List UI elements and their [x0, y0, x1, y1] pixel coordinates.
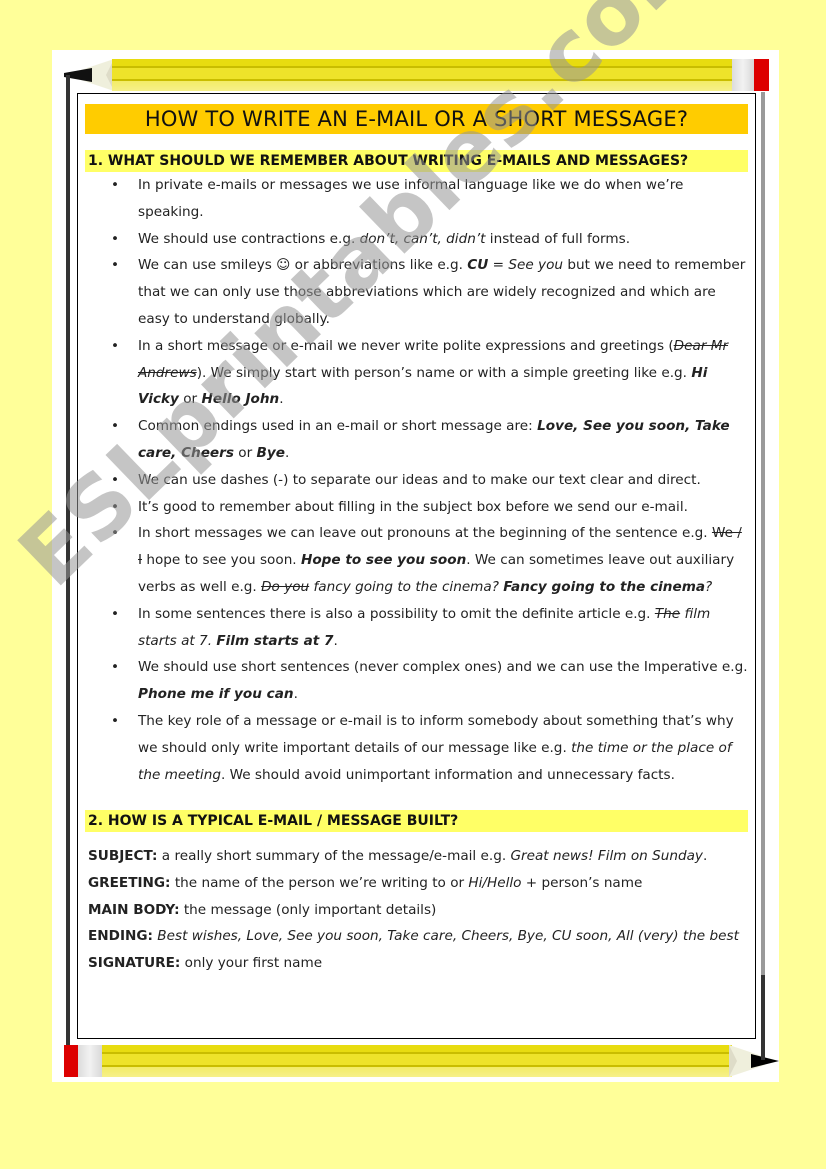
- structure-label: GREETING:: [88, 874, 171, 891]
- text-fragment: Hello John: [201, 391, 280, 408]
- text-fragment: See you soon: [583, 418, 686, 435]
- text-fragment: Best wishes, Love, See you soon, Take ca…: [152, 928, 739, 945]
- text-fragment: In some sentences there is also a possib…: [138, 605, 655, 622]
- pencil-tip-icon: [729, 1045, 779, 1077]
- text-fragment: In private e-mails or messages we use in…: [138, 177, 684, 220]
- text-fragment: =: [488, 257, 509, 274]
- text-fragment: We can use smileys ☺ or abbreviations li…: [138, 257, 468, 274]
- text-fragment: only your first name: [180, 955, 323, 972]
- text-fragment: ,: [685, 418, 696, 435]
- frame-right-bottom-line: [761, 975, 765, 1060]
- email-structure-list: SUBJECT: a really short summary of the m…: [88, 843, 753, 977]
- text-fragment: . We should avoid unimportant informatio…: [220, 766, 675, 783]
- bottom-pencil-decoration: [64, 1045, 779, 1077]
- text-fragment: Hi/Hello: [468, 874, 522, 891]
- pencil-tip-icon: [64, 59, 114, 91]
- structure-row: ENDING: Best wishes, Love, See you soon,…: [88, 923, 753, 950]
- text-fragment: or: [233, 444, 257, 461]
- text-fragment: See you: [508, 257, 563, 274]
- list-item: Common endings used in an e-mail or shor…: [104, 413, 749, 467]
- structure-row: SIGNATURE: only your first name: [88, 950, 753, 977]
- list-item: We should use contractions e.g. don’t, c…: [104, 226, 749, 253]
- list-item: In private e-mails or messages we use in…: [104, 172, 749, 226]
- text-fragment: Do you: [261, 578, 310, 595]
- text-fragment: ). We simply start with person’s name or…: [196, 364, 692, 381]
- text-fragment: It’s good to remember about filling in t…: [138, 498, 688, 515]
- text-fragment: .: [293, 686, 298, 703]
- list-item: In a short message or e-mail we never wr…: [104, 333, 749, 413]
- section-1-heading: 1. WHAT SHOULD WE REMEMBER ABOUT WRITING…: [85, 150, 748, 172]
- list-item: The key role of a message or e-mail is t…: [104, 708, 749, 788]
- text-fragment: .: [279, 391, 284, 408]
- text-fragment: Love: [537, 418, 574, 435]
- text-fragment: In a short message or e-mail we never wr…: [138, 337, 674, 354]
- list-item: We can use dashes (-) to separate our id…: [104, 467, 749, 494]
- frame-right-line: [761, 92, 765, 1062]
- text-fragment: instead of full forms.: [485, 230, 631, 247]
- text-fragment: the name of the person we’re writing to …: [170, 874, 469, 891]
- text-fragment: We can use dashes (-) to separate our id…: [138, 471, 701, 488]
- text-fragment: We should use short sentences (never com…: [138, 659, 748, 676]
- text-fragment: Phone me if you can: [138, 686, 294, 703]
- guidelines-list: In private e-mails or messages we use in…: [104, 172, 749, 788]
- page-title: HOW TO WRITE AN E-MAIL OR A SHORT MESSAG…: [85, 104, 748, 134]
- structure-label: ENDING:: [88, 928, 153, 945]
- text-fragment: .: [284, 444, 290, 461]
- text-fragment: Fancy going to the cinema: [503, 578, 706, 595]
- list-item: We should use short sentences (never com…: [104, 654, 749, 708]
- text-fragment: fancy going to the cinema?: [309, 578, 504, 595]
- text-fragment: + person’s name: [521, 874, 643, 891]
- text-fragment: We should use contractions e.g.: [138, 230, 360, 247]
- text-fragment: Cheers: [181, 444, 234, 461]
- list-item: It’s good to remember about filling in t…: [104, 494, 749, 521]
- text-fragment: Film starts at 7: [216, 632, 334, 649]
- top-pencil-decoration: [64, 59, 769, 91]
- text-fragment: Great news! Film on Sunday: [510, 848, 703, 864]
- text-fragment: a really short summary of the message/e-…: [157, 848, 511, 864]
- text-fragment: .: [333, 632, 338, 649]
- frame-left-line: [66, 75, 70, 1060]
- structure-label: SIGNATURE:: [88, 955, 181, 972]
- section-2-heading: 2. HOW IS A TYPICAL E-MAIL / MESSAGE BUI…: [85, 810, 748, 832]
- text-fragment: Hope to see you soon: [300, 552, 467, 569]
- text-fragment: don’t, can’t, didn’t: [359, 230, 486, 247]
- text-fragment: CU: [467, 257, 489, 274]
- text-fragment: The: [654, 605, 681, 622]
- text-fragment: Common endings used in an e-mail or shor…: [138, 418, 538, 435]
- text-fragment: Bye: [256, 444, 285, 461]
- text-fragment: hope to see you soon.: [142, 552, 301, 569]
- text-fragment: ,: [573, 418, 584, 435]
- text-fragment: or: [178, 391, 202, 408]
- text-fragment: the message (only important details): [179, 901, 437, 918]
- structure-label: MAIN BODY:: [88, 901, 180, 918]
- structure-row: GREETING: the name of the person we’re w…: [88, 870, 753, 897]
- text-fragment: ,: [171, 444, 182, 461]
- list-item: In short messages we can leave out prono…: [104, 520, 749, 600]
- text-fragment: .: [702, 848, 708, 864]
- structure-row: SUBJECT: a really short summary of the m…: [88, 843, 753, 870]
- text-fragment: ?: [705, 578, 713, 595]
- text-fragment: In short messages we can leave out prono…: [138, 525, 712, 542]
- structure-label: SUBJECT:: [88, 848, 158, 864]
- list-item: We can use smileys ☺ or abbreviations li…: [104, 252, 749, 332]
- list-item: In some sentences there is also a possib…: [104, 601, 749, 655]
- structure-row: MAIN BODY: the message (only important d…: [88, 897, 753, 924]
